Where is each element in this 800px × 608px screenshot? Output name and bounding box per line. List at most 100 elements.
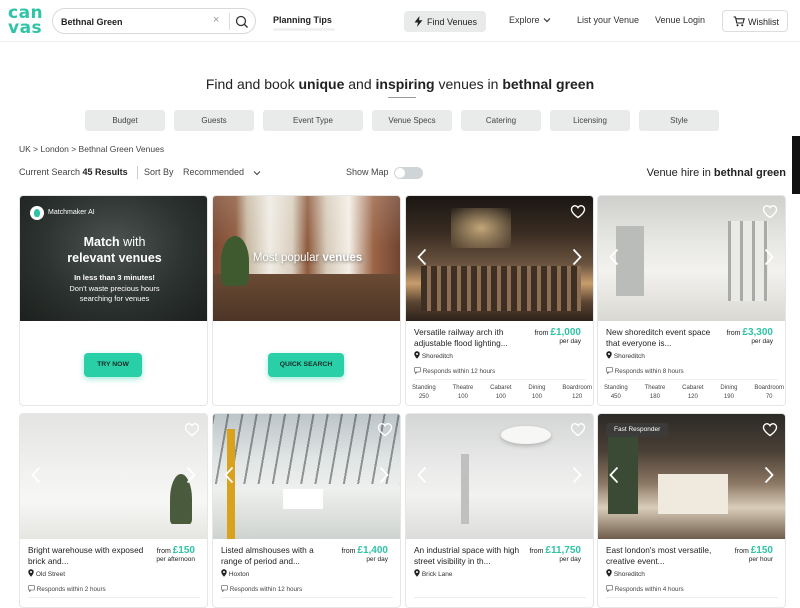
top-navigation-bar: can vas × Planning Tips Find Venues Expl…: [0, 0, 800, 42]
venue-location: Shoreditch: [606, 569, 645, 578]
filter-guests[interactable]: Guests: [174, 110, 254, 131]
explore-menu[interactable]: Explore: [509, 15, 551, 25]
location-search-input[interactable]: [61, 13, 211, 30]
filter-catering[interactable]: Catering: [461, 110, 541, 131]
try-now-button[interactable]: TRY NOW: [84, 353, 142, 377]
next-photo-icon[interactable]: [764, 248, 774, 266]
matchmaker-subtext: In less than 3 minutes! Don't waste prec…: [69, 273, 160, 303]
prev-photo-icon[interactable]: [609, 248, 619, 266]
response-time: Responds within 12 hours: [221, 585, 302, 593]
venue-title[interactable]: East london's most versatile, creative e…: [606, 545, 722, 567]
popular-venues-promo-card[interactable]: Most popular venues QUICK SEARCH: [212, 195, 401, 406]
venue-title[interactable]: Bright warehouse with exposed brick and.…: [28, 545, 144, 567]
venue-card[interactable]: Bright warehouse with exposed brick and.…: [19, 413, 208, 608]
show-map-toggle[interactable]: [394, 167, 423, 179]
venue-title[interactable]: An industrial space with high street vis…: [414, 545, 530, 567]
venue-title[interactable]: Versatile railway arch ith adjustable fl…: [414, 327, 530, 349]
cart-icon: [733, 16, 745, 27]
filter-licensing[interactable]: Licensing: [550, 110, 630, 131]
chat-icon: [28, 585, 35, 593]
venue-photo: [406, 414, 593, 539]
location-pin-icon: [414, 569, 420, 577]
venue-title[interactable]: New shoreditch event space that everyone…: [606, 327, 722, 349]
heart-icon[interactable]: [184, 422, 200, 437]
response-time: Responds within 8 hours: [606, 367, 684, 375]
capacity-row: Standing 250 Theatre 100 Cabaret 100 Dining…: [412, 384, 592, 402]
price-unit: per hour: [748, 556, 773, 563]
price-unit: per day: [751, 338, 773, 345]
show-map-label: Show Map: [346, 167, 389, 177]
filter-budget[interactable]: Budget: [85, 110, 165, 131]
prev-photo-icon[interactable]: [31, 466, 41, 484]
heart-icon[interactable]: [570, 204, 586, 219]
capacity-row: Standing 450 Theatre 180 Cabaret 120 Dining…: [604, 384, 784, 402]
card-divider: [414, 597, 586, 598]
venue-photo: [213, 414, 400, 539]
matchmaker-promo-card[interactable]: Matchmaker AI Match with relevant venues…: [19, 195, 208, 406]
next-photo-icon[interactable]: [186, 466, 196, 484]
capacity-dining: Dining 100: [528, 385, 546, 400]
price-unit: per afternoon: [156, 556, 195, 563]
wishlist-button[interactable]: Wishlist: [722, 10, 788, 32]
filter-style[interactable]: Style: [639, 110, 719, 131]
venue-title[interactable]: Listed almshouses with a range of period…: [221, 545, 337, 567]
next-photo-icon[interactable]: [379, 466, 389, 484]
capacity-standing: Standing 250: [412, 385, 436, 400]
feedback-side-tab[interactable]: [792, 136, 800, 194]
price-unit: per day: [559, 338, 581, 345]
find-venues-button[interactable]: Find Venues: [404, 11, 486, 32]
venue-card[interactable]: An industrial space with high street vis…: [405, 413, 594, 608]
chevron-down-icon: [253, 171, 261, 176]
prev-photo-icon[interactable]: [417, 466, 427, 484]
list-your-venue-link[interactable]: List your Venue: [577, 15, 639, 25]
clear-search-icon[interactable]: ×: [213, 14, 219, 26]
quick-search-button[interactable]: QUICK SEARCH: [268, 353, 344, 377]
next-photo-icon[interactable]: [572, 248, 582, 266]
heart-icon[interactable]: [377, 422, 393, 437]
next-photo-icon[interactable]: [572, 466, 582, 484]
venue-card[interactable]: Listed almshouses with a range of period…: [212, 413, 401, 608]
breadcrumb[interactable]: UK > London > Bethnal Green Venues: [19, 144, 164, 154]
venue-location: Brick Lane: [414, 569, 453, 578]
sort-select[interactable]: Recommended: [183, 167, 261, 177]
wishlist-label: Wishlist: [748, 17, 779, 27]
matchmaker-logo-icon: [30, 206, 44, 220]
location-search-box: ×: [52, 8, 256, 34]
venue-location: Shoreditch: [414, 351, 453, 360]
venue-price: from £1,400: [341, 545, 388, 556]
prev-photo-icon[interactable]: [417, 248, 427, 266]
heart-icon[interactable]: [762, 422, 778, 437]
prev-photo-icon[interactable]: [609, 466, 619, 484]
search-divider: [229, 13, 230, 30]
matchmaker-ai-badge: Matchmaker AI: [48, 209, 95, 216]
venue-card[interactable]: Fast Responder East london's most versat…: [597, 413, 786, 608]
card-divider: [414, 379, 586, 380]
response-time: Responds within 4 hours: [606, 585, 684, 593]
filter-event-type[interactable]: Event Type: [263, 110, 363, 131]
next-photo-icon[interactable]: [764, 466, 774, 484]
canvas-logo[interactable]: can vas: [8, 5, 43, 37]
capacity-theatre: Theatre 180: [644, 385, 666, 400]
price-unit: per day: [366, 556, 388, 563]
venue-location: Old Street: [28, 569, 65, 578]
planning-tips-link[interactable]: Planning Tips: [273, 15, 332, 25]
venue-card[interactable]: New shoreditch event space that everyone…: [597, 195, 786, 406]
search-icon[interactable]: [234, 14, 250, 30]
prev-photo-icon[interactable]: [224, 466, 234, 484]
card-divider: [606, 379, 778, 380]
popular-venues-headline: Most popular venues: [252, 252, 363, 264]
card-divider: [28, 597, 200, 598]
location-pin-icon: [606, 351, 612, 359]
location-pin-icon: [28, 569, 34, 577]
filter-venue-specs[interactable]: Venue Specs: [372, 110, 452, 131]
venue-location: Hoxton: [221, 569, 249, 578]
heart-icon[interactable]: [762, 204, 778, 219]
venue-hire-heading: Venue hire in bethnal green: [646, 167, 786, 179]
heading-divider: [388, 97, 416, 98]
venue-login-link[interactable]: Venue Login: [655, 15, 705, 25]
results-divider: [137, 166, 138, 179]
venue-card[interactable]: Versatile railway arch ith adjustable fl…: [405, 195, 594, 406]
capacity-theatre: Theatre 100: [452, 385, 474, 400]
capacity-dining: Dining 190: [720, 385, 738, 400]
heart-icon[interactable]: [570, 422, 586, 437]
